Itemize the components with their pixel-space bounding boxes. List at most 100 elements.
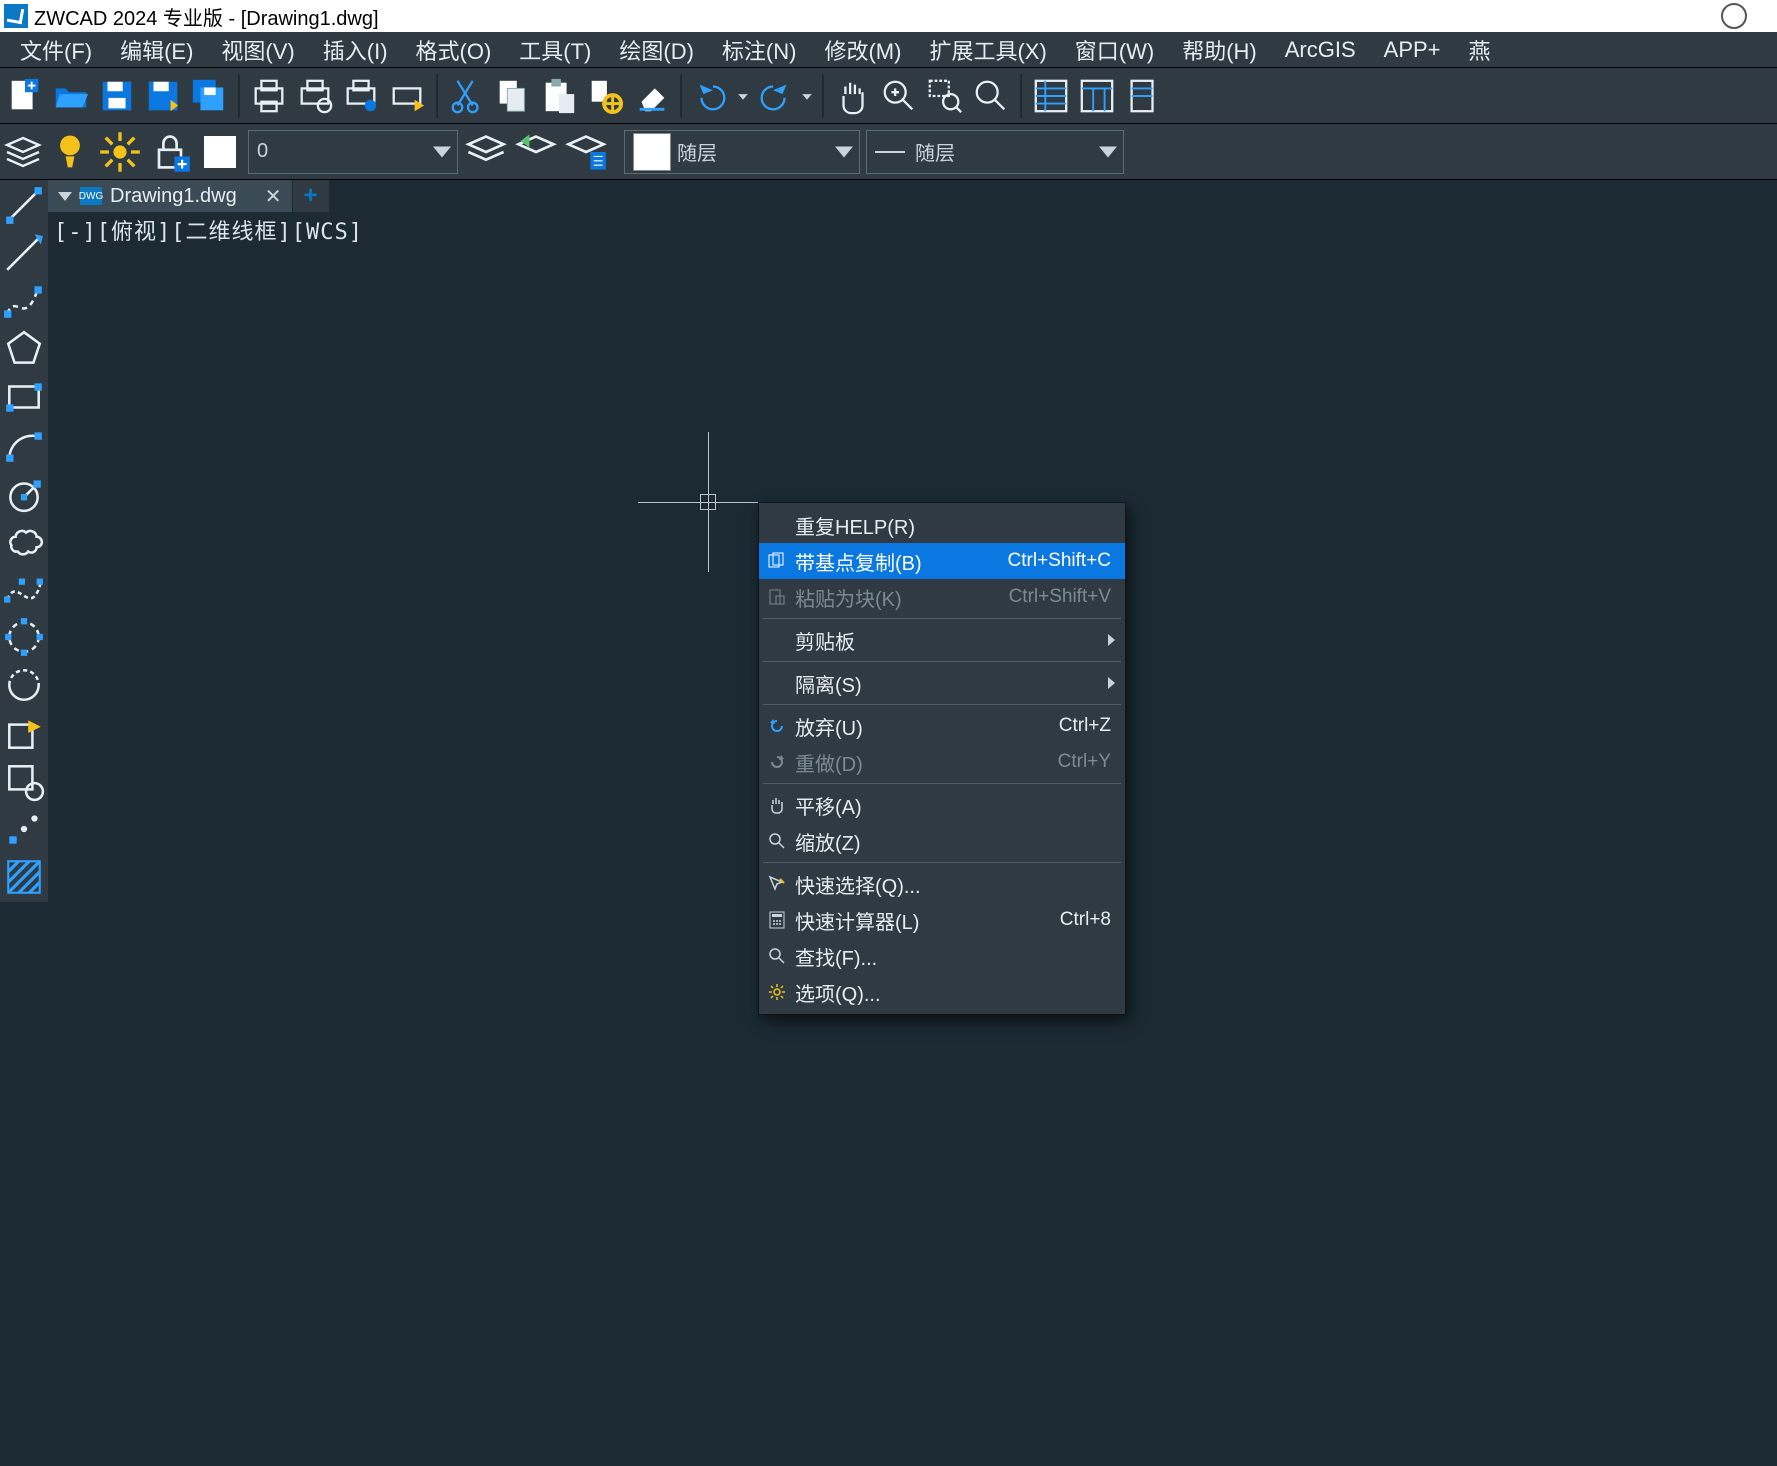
- point-tool[interactable]: [3, 808, 45, 850]
- menu-arcgis[interactable]: ArcGIS: [1271, 37, 1370, 63]
- ctx-options[interactable]: 选项(Q)...: [759, 974, 1125, 1010]
- open-button[interactable]: [50, 75, 92, 117]
- pan-button[interactable]: [832, 75, 874, 117]
- viewport-header[interactable]: [-][俯视][二维线框][WCS]: [54, 214, 363, 246]
- paste-button[interactable]: [538, 75, 580, 117]
- insert-block-tool[interactable]: [3, 712, 45, 754]
- ctx-separator: [763, 704, 1121, 705]
- layer-manager-icon[interactable]: [564, 130, 608, 174]
- saveas-button[interactable]: [142, 75, 184, 117]
- copybase-icon: [767, 551, 787, 571]
- menu-edit[interactable]: 编辑(E): [106, 34, 207, 66]
- linetype-dropdown[interactable]: 随层: [866, 130, 1124, 174]
- layer-states-icon[interactable]: [464, 130, 508, 174]
- copy-button[interactable]: [492, 75, 534, 117]
- cut-button[interactable]: [446, 75, 488, 117]
- menu-help[interactable]: 帮助(H): [1168, 34, 1271, 66]
- ctx-label: 快速选择(Q)...: [795, 870, 921, 899]
- line-tool[interactable]: [3, 184, 45, 226]
- circle-tool[interactable]: [3, 472, 45, 514]
- layer-on-icon[interactable]: [48, 130, 92, 174]
- ctx-find[interactable]: 查找(F)...: [759, 938, 1125, 974]
- zoom-prev-button[interactable]: [970, 75, 1012, 117]
- ctx-qselect[interactable]: 快速选择(Q)...: [759, 866, 1125, 902]
- redo-dropdown[interactable]: [800, 75, 814, 117]
- ctx-repeat[interactable]: 重复HELP(R): [759, 507, 1125, 543]
- menu-appplus[interactable]: APP+: [1370, 37, 1455, 63]
- document-tab[interactable]: DWG Drawing1.dwg ✕: [48, 180, 293, 212]
- plot-preview-button[interactable]: [294, 75, 336, 117]
- ctx-zoom[interactable]: 缩放(Z): [759, 823, 1125, 859]
- plot-button[interactable]: [248, 75, 290, 117]
- ctx-shortcut: Ctrl+Shift+C: [1008, 550, 1111, 572]
- ctx-label: 平移(A): [795, 791, 862, 820]
- saveall-button[interactable]: [188, 75, 230, 117]
- window-control-icon[interactable]: [1721, 3, 1747, 29]
- ctx-separator: [763, 862, 1121, 863]
- chevron-down-icon: [433, 146, 451, 157]
- menu-extools[interactable]: 扩展工具(X): [915, 34, 1060, 66]
- xline-tool[interactable]: [3, 232, 45, 274]
- zoom-window-button[interactable]: [924, 75, 966, 117]
- spline-tool[interactable]: [3, 568, 45, 610]
- ctx-isolate[interactable]: 隔离(S): [759, 665, 1125, 701]
- menu-insert[interactable]: 插入(I): [309, 34, 402, 66]
- new-button[interactable]: [4, 75, 46, 117]
- undo-dropdown[interactable]: [736, 75, 750, 117]
- ellipse-tool[interactable]: [3, 616, 45, 658]
- linetype-swatch-icon: [875, 151, 905, 153]
- menu-format[interactable]: 格式(O): [402, 34, 506, 66]
- ctx-undo[interactable]: 放弃(U) Ctrl+Z: [759, 708, 1125, 744]
- menu-view[interactable]: 视图(V): [207, 34, 308, 66]
- layer-lock-icon[interactable]: [148, 130, 192, 174]
- color-dropdown[interactable]: 随层: [624, 130, 860, 174]
- tab-menu-icon[interactable]: [58, 192, 72, 201]
- polygon-tool[interactable]: [3, 328, 45, 370]
- tool-palettes-button[interactable]: [1122, 75, 1164, 117]
- drawing-canvas[interactable]: [-][俯视][二维线框][WCS] 重复HELP(R) 带基点复制(B) Ct…: [48, 212, 1777, 1466]
- submenu-arrow-icon: [1108, 634, 1115, 646]
- ctx-quickcalc[interactable]: 快速计算器(L) Ctrl+8: [759, 902, 1125, 938]
- menu-draw[interactable]: 绘图(D): [605, 34, 708, 66]
- zoom-realtime-button[interactable]: [878, 75, 920, 117]
- ctx-label: 查找(F)...: [795, 942, 877, 971]
- ctx-pan[interactable]: 平移(A): [759, 787, 1125, 823]
- menu-extra[interactable]: 燕: [1455, 34, 1505, 66]
- menu-file[interactable]: 文件(F): [6, 34, 106, 66]
- layer-dropdown[interactable]: 0: [248, 130, 458, 174]
- ctx-shortcut: Ctrl+8: [1060, 909, 1111, 931]
- make-block-tool[interactable]: [3, 760, 45, 802]
- rectangle-tool[interactable]: [3, 376, 45, 418]
- close-tab-icon[interactable]: ✕: [265, 184, 282, 209]
- redo-button[interactable]: [754, 75, 796, 117]
- properties-button[interactable]: [1030, 75, 1072, 117]
- menu-dim[interactable]: 标注(N): [708, 34, 811, 66]
- pline-tool[interactable]: [3, 280, 45, 322]
- document-tabs: DWG Drawing1.dwg ✕ +: [48, 180, 1777, 212]
- revcloud-tool[interactable]: [3, 520, 45, 562]
- design-center-button[interactable]: [1076, 75, 1118, 117]
- options-icon: [767, 982, 787, 1002]
- menu-tools[interactable]: 工具(T): [505, 34, 605, 66]
- save-button[interactable]: [96, 75, 138, 117]
- layer-color-swatch[interactable]: [198, 130, 242, 174]
- matchprops-button[interactable]: [584, 75, 626, 117]
- new-tab-button[interactable]: +: [293, 180, 329, 212]
- chevron-down-icon: [1099, 146, 1117, 157]
- publish-button[interactable]: [340, 75, 382, 117]
- ctx-separator: [763, 783, 1121, 784]
- ellipse-arc-tool[interactable]: [3, 664, 45, 706]
- export-button[interactable]: [386, 75, 428, 117]
- undo-button[interactable]: [690, 75, 732, 117]
- menu-modify[interactable]: 修改(M): [810, 34, 915, 66]
- arc-tool[interactable]: [3, 424, 45, 466]
- ctx-clipboard[interactable]: 剪贴板: [759, 622, 1125, 658]
- app-logo-icon: [4, 4, 28, 28]
- layer-freeze-icon[interactable]: [98, 130, 142, 174]
- hatch-tool[interactable]: [3, 856, 45, 898]
- menu-window[interactable]: 窗口(W): [1061, 34, 1168, 66]
- layer-stack-icon[interactable]: [0, 124, 46, 180]
- erase-button[interactable]: [630, 75, 672, 117]
- layer-prev-icon[interactable]: [514, 130, 558, 174]
- ctx-copybase[interactable]: 带基点复制(B) Ctrl+Shift+C: [759, 543, 1125, 579]
